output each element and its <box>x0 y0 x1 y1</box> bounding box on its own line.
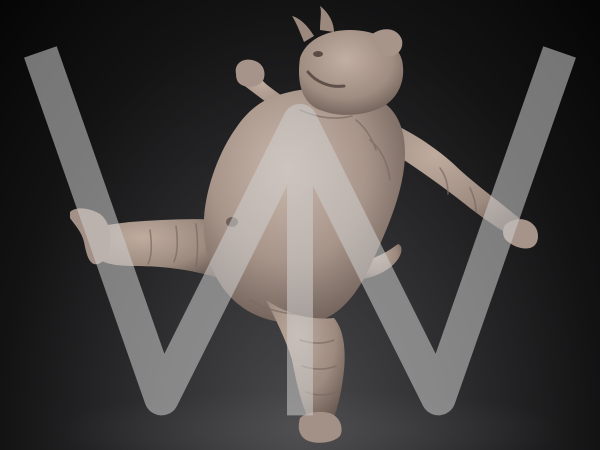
w-logo-icon <box>24 46 576 416</box>
render-viewport <box>0 0 600 450</box>
